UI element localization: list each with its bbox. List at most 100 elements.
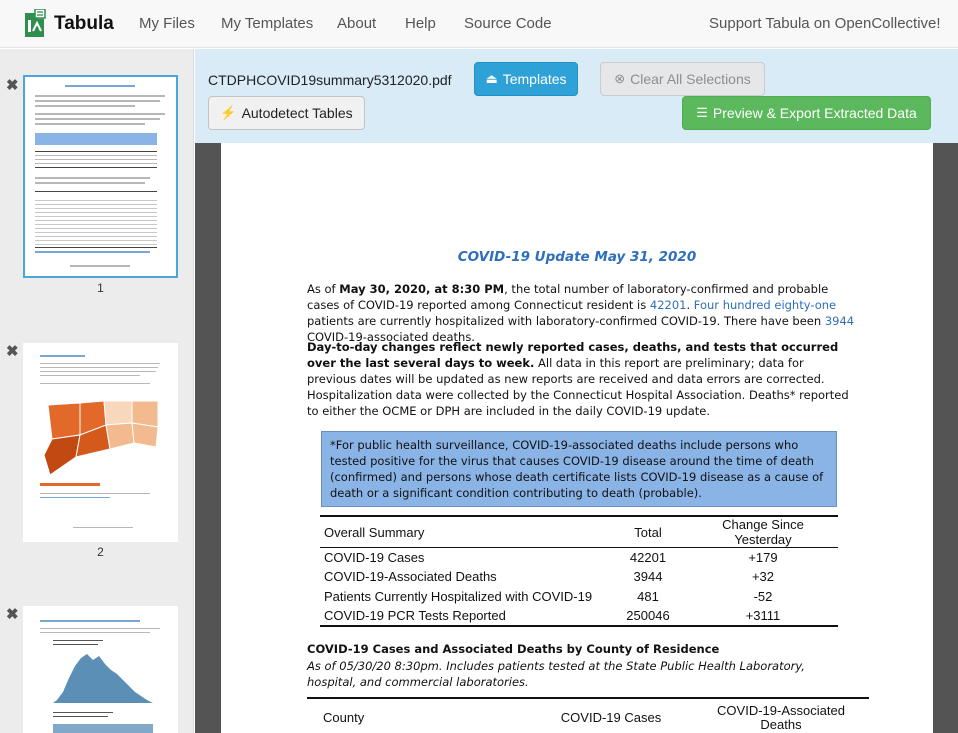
clear-all-selections-button[interactable]: ⊗ Clear All Selections: [600, 62, 765, 96]
county-column-header: County: [323, 710, 365, 725]
page-number-label: 1: [97, 281, 104, 295]
table-cell: -52: [753, 588, 773, 604]
thumb-rule: [35, 247, 157, 248]
page-thumbnail-3[interactable]: [23, 606, 178, 733]
table-cell: 250046: [608, 606, 688, 627]
column-header: Change Since Yesterday: [688, 515, 838, 548]
nav-help[interactable]: Help: [405, 15, 436, 32]
table-row: COVID-19-Associated Deaths 3944 +32: [320, 567, 838, 587]
document-toolbar: CTDPHCOVID19summary5312020.pdf ⏏ Templat…: [195, 49, 958, 143]
table-row: COVID-19 PCR Tests Reported 250046 +3111: [320, 606, 838, 627]
thumb-text-line: [40, 632, 150, 633]
table-cell: COVID-19-Associated Deaths: [324, 569, 497, 585]
preview-label: Preview & Export Extracted Data: [712, 105, 917, 121]
thumb-text-line: [53, 712, 113, 713]
column-header: Overall Summary: [320, 515, 608, 548]
page-thumbnail-sidebar: ✖ 1 ✖ 2 ✖: [0, 49, 194, 733]
thumb-text-line: [40, 355, 85, 357]
p1-date: May 30, 2020, at 8:30 PM: [339, 282, 505, 296]
p1-hospitalized-count: Four hundred eighty-one: [693, 298, 837, 312]
county-section-title: COVID-19 Cases and Associated Deaths by …: [307, 642, 720, 656]
column-header: Total: [608, 515, 688, 548]
nav-support-opencollective[interactable]: Support Tabula on OpenCollective!: [709, 15, 941, 32]
thumb-chart: [53, 724, 153, 733]
thumb-rule: [35, 167, 157, 168]
table-cell: 481: [637, 588, 659, 604]
templates-icon: ⏏: [485, 71, 498, 86]
thumb-text-line: [35, 163, 157, 164]
thumb-text-line: [40, 363, 160, 364]
list-icon: ☰: [696, 105, 708, 120]
p1-text: patients are currently hospitalized with…: [307, 314, 825, 328]
clear-label: Clear All Selections: [630, 71, 751, 87]
thumb-text-line: [35, 123, 145, 125]
thumb-text-line: [40, 375, 140, 376]
thumb-text-line: [40, 493, 150, 494]
table-cell: +32: [751, 569, 775, 585]
thumb-histogram: [53, 654, 153, 703]
thumb-text-line: [35, 177, 150, 179]
remove-page-1-close-icon[interactable]: ✖: [6, 78, 19, 93]
templates-label: Templates: [502, 71, 567, 87]
thumb-link-line: [40, 497, 110, 498]
templates-button[interactable]: ⏏ Templates: [474, 62, 578, 96]
thumb-text-line: [73, 527, 133, 528]
changes-paragraph: Day-to-day changes reflect newly reporte…: [307, 339, 855, 419]
p1-cases-count: 42201: [649, 298, 687, 312]
thumb-text-line: [35, 100, 160, 102]
clear-circle-x-icon: ⊗: [614, 71, 626, 86]
page-number-label: 2: [97, 545, 104, 559]
remove-page-3-close-icon[interactable]: ✖: [6, 607, 19, 622]
thumb-text-line: [40, 620, 140, 622]
table-cell: COVID-19 Cases: [324, 550, 425, 565]
pdf-viewer[interactable]: COVID-19 Update May 31, 2020 As of May 3…: [195, 143, 958, 733]
thumb-text-line: [70, 265, 130, 267]
remove-page-2-close-icon[interactable]: ✖: [6, 344, 19, 359]
thumb-note-box: [35, 133, 157, 145]
county-section-subtitle: As of 05/30/20 8:30pm. Includes patients…: [307, 659, 805, 689]
top-navbar: Tabula My Files My Templates About Help …: [0, 0, 958, 48]
thumb-text-line: [35, 113, 165, 115]
brand-name: Tabula: [54, 13, 114, 34]
surveillance-note-box: *For public health surveillance, COVID-1…: [321, 431, 837, 507]
autodetect-tables-button[interactable]: ⚡ Autodetect Tables: [208, 96, 365, 130]
brand-link[interactable]: Tabula: [22, 8, 114, 40]
thumb-text-line: [53, 644, 98, 645]
table-cell: +3111: [688, 606, 838, 627]
preview-export-button[interactable]: ☰ Preview & Export Extracted Data: [682, 96, 931, 130]
thumb-text-line: [53, 716, 108, 717]
page-thumbnail-2[interactable]: [23, 343, 178, 542]
document-title: COVID-19 Update May 31, 2020: [457, 249, 697, 265]
nav-about[interactable]: About: [337, 15, 376, 32]
thumb-text-line: [35, 95, 165, 97]
table-cell: 3944: [633, 569, 663, 585]
thumb-county-map: [43, 400, 159, 476]
thumb-text-line: [35, 182, 145, 184]
nav-my-files[interactable]: My Files: [139, 15, 195, 32]
table-cell: +179: [748, 550, 778, 565]
pdf-page-1[interactable]: COVID-19 Update May 31, 2020 As of May 3…: [221, 143, 933, 733]
lightning-bolt-icon: ⚡: [220, 105, 237, 120]
thumb-rule: [35, 151, 157, 152]
tabula-logo-icon: [25, 9, 46, 37]
thumb-text-line: [40, 371, 156, 372]
thumb-link-line: [35, 251, 150, 253]
thumb-text-line: [35, 118, 160, 120]
thumb-text-line: [35, 105, 135, 107]
table-header-row: Overall Summary Total Change Since Yeste…: [320, 515, 838, 548]
page-thumbnail-1[interactable]: [23, 75, 178, 278]
nav-my-templates[interactable]: My Templates: [221, 15, 313, 32]
thumb-text-line: [53, 640, 103, 641]
thumb-text-line: [40, 383, 150, 384]
table-cell: COVID-19 PCR Tests Reported: [320, 606, 608, 627]
county-table-rule: [307, 697, 869, 699]
nav-source-code[interactable]: Source Code: [464, 15, 552, 32]
thumb-rule: [35, 191, 157, 192]
table-row: COVID-19 Cases 42201 +179: [320, 548, 838, 568]
thumb-legend: [40, 483, 100, 486]
county-column-header: COVID-19-Associated Deaths: [717, 703, 845, 732]
table-cell: Patients Currently Hospitalized with COV…: [324, 588, 593, 604]
pdf-filename: CTDPHCOVID19summary5312020.pdf: [208, 72, 452, 88]
thumb-text-line: [35, 155, 157, 156]
thumb-text-line: [40, 367, 158, 368]
